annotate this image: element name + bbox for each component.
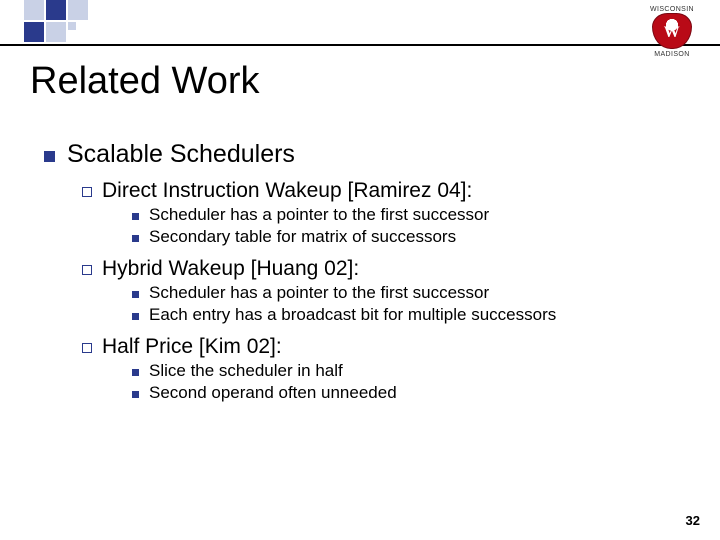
small-square-bullet-icon [132, 369, 139, 376]
lvl3-text: Second operand often unneeded [149, 383, 397, 403]
list-item: Secondary table for matrix of successors [132, 227, 690, 247]
list-item: Second operand often unneeded [132, 383, 690, 403]
slide-title: Related Work [30, 60, 260, 103]
lvl1-text: Scalable Schedulers [67, 140, 295, 169]
list-item: Each entry has a broadcast bit for multi… [132, 305, 690, 325]
filled-square-bullet-icon [44, 151, 55, 162]
logo-top-text: WISCONSIN [638, 6, 706, 13]
lvl2-text: Direct Instruction Wakeup [Ramirez 04]: [102, 179, 472, 203]
list-item: Scheduler has a pointer to the first suc… [132, 205, 690, 225]
section-hybrid: Hybrid Wakeup [Huang 02]: Scheduler has … [44, 257, 690, 325]
list-item: Hybrid Wakeup [Huang 02]: [82, 257, 690, 281]
small-square-bullet-icon [132, 291, 139, 298]
open-square-bullet-icon [82, 265, 92, 275]
section-direct: Direct Instruction Wakeup [Ramirez 04]: … [44, 179, 690, 247]
list-item: Scalable Schedulers [44, 140, 690, 169]
list-item: Half Price [Kim 02]: [82, 335, 690, 359]
page-number: 32 [686, 513, 700, 528]
slide-decoration [0, 0, 720, 46]
list-item: Scheduler has a pointer to the first suc… [132, 283, 690, 303]
lvl3-text: Secondary table for matrix of successors [149, 227, 456, 247]
lvl3-text: Scheduler has a pointer to the first suc… [149, 283, 489, 303]
small-square-bullet-icon [132, 235, 139, 242]
lvl2-text: Hybrid Wakeup [Huang 02]: [102, 257, 359, 281]
open-square-bullet-icon [82, 187, 92, 197]
crest-icon [652, 13, 692, 49]
lvl2-text: Half Price [Kim 02]: [102, 335, 282, 359]
lvl3-text: Slice the scheduler in half [149, 361, 343, 381]
slide-content: Scalable Schedulers Direct Instruction W… [44, 140, 690, 413]
lvl3-text: Each entry has a broadcast bit for multi… [149, 305, 556, 325]
section-half-price: Half Price [Kim 02]: Slice the scheduler… [44, 335, 690, 403]
list-item: Direct Instruction Wakeup [Ramirez 04]: [82, 179, 690, 203]
university-logo: WISCONSIN MADISON [638, 6, 706, 58]
lvl3-text: Scheduler has a pointer to the first suc… [149, 205, 489, 225]
small-square-bullet-icon [132, 313, 139, 320]
logo-bottom-text: MADISON [638, 51, 706, 58]
list-item: Slice the scheduler in half [132, 361, 690, 381]
small-square-bullet-icon [132, 391, 139, 398]
small-square-bullet-icon [132, 213, 139, 220]
open-square-bullet-icon [82, 343, 92, 353]
